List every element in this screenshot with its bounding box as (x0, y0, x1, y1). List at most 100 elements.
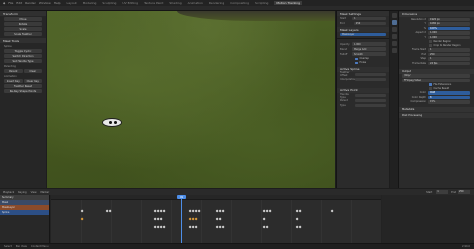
rotate-button[interactable]: Rotate (4, 22, 42, 26)
keyframe[interactable] (221, 209, 225, 213)
insert-key-button[interactable]: Insert Key (4, 79, 23, 83)
set-handle-type-button[interactable]: Set Handle Type (4, 59, 42, 63)
aspect-y-field[interactable]: 1.000 (428, 35, 470, 39)
view-menu[interactable]: View (31, 191, 37, 194)
keyframe[interactable] (295, 217, 299, 221)
menu-window[interactable]: Window (39, 1, 51, 5)
type-field[interactable] (355, 103, 386, 108)
workspace-tab-uv[interactable]: UV Editing (122, 1, 138, 5)
keyframe[interactable] (298, 209, 302, 213)
resolution-percent-field[interactable]: 100% (428, 26, 470, 30)
opacity-field[interactable]: 1.000 (352, 42, 386, 46)
switch-direction-button[interactable]: Switch Direction (4, 54, 42, 58)
interpolation-field[interactable] (355, 77, 386, 82)
holes-checkbox[interactable]: Holes (337, 61, 389, 65)
keyframe[interactable] (265, 225, 269, 229)
output-path-field[interactable]: /tmp/ (402, 74, 470, 78)
parent-button[interactable]: Parent (4, 69, 23, 73)
render-tab-icon[interactable] (391, 20, 397, 25)
keyframe[interactable] (218, 217, 222, 221)
feather-offset-field[interactable] (355, 72, 386, 77)
menu-edit[interactable]: Edit (16, 1, 22, 5)
tool-tab-icon[interactable] (391, 13, 397, 18)
move-button[interactable]: Move (4, 17, 42, 21)
rekey-shape-points-button[interactable]: Re-Key Shape Points (4, 89, 42, 93)
dopesheet-area[interactable] (51, 195, 381, 243)
channel-mask-layer[interactable]: MaskLayer (0, 205, 49, 210)
compression-slider[interactable]: 15% (428, 100, 470, 104)
output-tab-icon[interactable] (391, 27, 397, 32)
post-processing-header[interactable]: Post Processing (399, 113, 474, 118)
timeline-end-field[interactable]: 250 (458, 190, 470, 194)
frame-end-field[interactable]: 250 (428, 52, 470, 56)
menu-file[interactable]: File (8, 1, 13, 5)
resolution-y-field[interactable]: 1080 px (428, 22, 470, 26)
toggle-cyclic-button[interactable]: Toggle Cyclic (4, 49, 42, 53)
keyframe[interactable] (194, 225, 198, 229)
file-format-dropdown[interactable]: FFmpeg Video (402, 78, 470, 82)
color-depth-toggle[interactable]: 8 (428, 95, 470, 99)
channel-mask[interactable]: Mask (0, 200, 49, 205)
menu-render[interactable]: Render (25, 1, 36, 5)
workspace-tab-shading[interactable]: Shading (169, 1, 181, 5)
mask-layers-header[interactable]: Mask Layers (337, 27, 389, 33)
timeline-start-field[interactable]: 1 (436, 190, 449, 194)
blend-dropdown[interactable]: Merge Add (352, 47, 386, 51)
keyframe[interactable] (80, 209, 84, 213)
keyframe[interactable] (159, 217, 163, 221)
workspace-tab-sculpting[interactable]: Sculpting (102, 1, 116, 5)
frame-ruler[interactable] (51, 195, 381, 200)
channel-summary[interactable]: Summary (0, 195, 49, 200)
scene-tab-icon[interactable] (391, 41, 397, 46)
color-mode-toggle[interactable]: RGB (428, 91, 470, 95)
frame-step-field[interactable]: 1 (428, 57, 470, 61)
current-frame-indicator[interactable]: 49 (177, 195, 186, 199)
resolution-x-field[interactable]: 1920 px (428, 17, 470, 21)
keyframe[interactable] (298, 225, 302, 229)
scale-button[interactable]: Scale (4, 27, 42, 31)
color-label: Color (419, 91, 426, 95)
workspace-tab-scripting[interactable]: Scripting (255, 1, 268, 5)
clear-parent-button[interactable]: Clear (23, 69, 42, 73)
frame-start-field[interactable]: 1 (428, 48, 470, 52)
keyframe[interactable] (262, 217, 266, 221)
keyframe-selected[interactable] (194, 217, 198, 221)
workspace-tab-animation[interactable]: Animation (188, 1, 203, 5)
keying-menu[interactable]: Keying (18, 191, 26, 194)
playhead[interactable] (181, 195, 182, 243)
keyframe-selected[interactable] (80, 217, 84, 221)
keyframe[interactable] (162, 209, 166, 213)
keyframe[interactable] (162, 225, 166, 229)
end-field[interactable]: 250 (353, 21, 386, 26)
keyframe[interactable] (268, 209, 272, 213)
workspace-tab-modeling[interactable]: Modeling (83, 1, 97, 5)
feather-reset-button[interactable]: Feather Reset (4, 84, 42, 88)
workspace-tab-layout[interactable]: Layout (67, 1, 77, 5)
clip-viewport[interactable] (47, 11, 335, 188)
keyframe[interactable] (221, 225, 225, 229)
marker-menu[interactable]: Marker (41, 191, 50, 194)
transform-panel-header[interactable]: Transform (0, 11, 46, 16)
mask-layer-item[interactable]: MaskLayer (340, 32, 386, 37)
workspace-tab-texture-paint[interactable]: Texture Paint (144, 1, 163, 5)
channel-spline[interactable]: Spline (0, 210, 49, 215)
workspace-tab-motion-tracking[interactable]: Motion Tracking (274, 1, 303, 5)
mask-tools-panel-header[interactable]: Mask Tools (0, 38, 46, 43)
scale-feather-button[interactable]: Scale Feather (4, 32, 42, 36)
workspace-tab-rendering[interactable]: Rendering (209, 1, 224, 5)
falloff-dropdown[interactable]: Smooth (352, 52, 386, 56)
playback-menu[interactable]: Playback (3, 191, 14, 194)
start-field[interactable]: 1 (352, 16, 386, 21)
frame-rate-dropdown[interactable]: 24 fps (428, 61, 470, 65)
aspect-x-field[interactable]: 1.000 (428, 31, 470, 35)
handle-type-field[interactable] (355, 93, 386, 98)
clear-key-button[interactable]: Clear Key (23, 79, 42, 83)
menu-help[interactable]: Help (54, 1, 61, 5)
parent-field[interactable] (355, 98, 386, 103)
keyframe[interactable] (330, 209, 334, 213)
world-tab-icon[interactable] (391, 48, 397, 53)
metadata-header[interactable]: Metadata (399, 107, 474, 112)
workspace-tab-compositing[interactable]: Compositing (230, 1, 249, 5)
view-layer-tab-icon[interactable] (391, 34, 397, 39)
blender-logo-icon[interactable]: ◆ (3, 1, 5, 5)
